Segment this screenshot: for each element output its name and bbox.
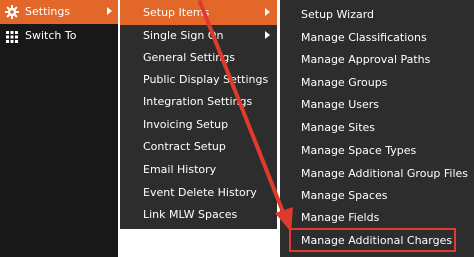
main-menu: Settings Switch To — [0, 0, 118, 257]
menu-item-settings[interactable]: Settings — [0, 0, 118, 24]
menu-item-single-sign-on[interactable]: Single Sign On — [120, 25, 277, 46]
annotation-highlight-box — [289, 228, 456, 252]
menu-item-label: Link MLW Spaces — [143, 208, 238, 221]
menu-item-label: Public Display Settings — [143, 73, 269, 86]
menu-item-settings-label: Settings — [25, 5, 71, 18]
menu-item-label: Manage Users — [301, 98, 379, 111]
menu-item-label: Manage Sites — [301, 121, 376, 134]
menu-item-label: Manage Space Types — [301, 144, 417, 157]
menu-item-invoicing-setup[interactable]: Invoicing Setup — [120, 114, 277, 135]
menu-item-label: Setup Wizard — [301, 8, 375, 21]
menu-item-label: Email History — [143, 163, 217, 176]
menu-item-link-mlw-spaces[interactable]: Link MLW Spaces — [120, 204, 277, 225]
menu-item-integration-settings[interactable]: Integration Settings — [120, 91, 277, 112]
menu-item-label: Manage Approval Paths — [301, 53, 431, 66]
screen: Settings Switch To Setup Items Single Si… — [0, 0, 474, 257]
grid-icon — [4, 28, 20, 44]
setup-items-menu: Setup Wizard Manage Classifications Mana… — [280, 0, 474, 257]
menu-item-manage-classifications[interactable]: Manage Classifications — [280, 26, 474, 48]
setup-menu: Setup Items Single Sign On General Setti… — [120, 0, 277, 229]
menu-item-public-display-settings[interactable]: Public Display Settings — [120, 69, 277, 90]
chevron-right-icon — [265, 31, 270, 39]
menu-item-manage-users[interactable]: Manage Users — [280, 93, 474, 115]
menu-item-switch-to[interactable]: Switch To — [0, 24, 118, 48]
menu-item-label: Invoicing Setup — [143, 118, 229, 131]
menu-item-label: Manage Classifications — [301, 31, 427, 44]
gear-icon — [4, 4, 20, 20]
menu-item-manage-spaces[interactable]: Manage Spaces — [280, 184, 474, 206]
chevron-right-icon — [107, 7, 112, 15]
menu-item-label: Manage Additional Group Files — [301, 167, 469, 180]
menu-item-manage-groups[interactable]: Manage Groups — [280, 71, 474, 93]
menu-item-event-delete-history[interactable]: Event Delete History — [120, 182, 277, 203]
menu-item-label: Single Sign On — [143, 29, 224, 42]
menu-item-manage-approval-paths[interactable]: Manage Approval Paths — [280, 48, 474, 70]
menu-item-manage-space-types[interactable]: Manage Space Types — [280, 139, 474, 161]
menu-item-label: Manage Groups — [301, 76, 388, 89]
chevron-right-icon — [265, 8, 270, 16]
menu-item-label: Contract Setup — [143, 140, 226, 153]
menu-item-label: Event Delete History — [143, 186, 257, 199]
menu-item-setup-wizard[interactable]: Setup Wizard — [280, 3, 474, 25]
menu-item-label: Manage Fields — [301, 211, 380, 224]
menu-item-manage-additional-group-files[interactable]: Manage Additional Group Files — [280, 162, 474, 184]
menu-item-label: Integration Settings — [143, 95, 253, 108]
menu-item-contract-setup[interactable]: Contract Setup — [120, 136, 277, 157]
menu-item-general-settings[interactable]: General Settings — [120, 47, 277, 68]
menu-item-email-history[interactable]: Email History — [120, 159, 277, 180]
menu-item-manage-fields[interactable]: Manage Fields — [280, 206, 474, 228]
menu-item-label: Setup Items — [143, 6, 210, 19]
menu-item-label: General Settings — [143, 51, 235, 64]
menu-item-manage-sites[interactable]: Manage Sites — [280, 116, 474, 138]
menu-item-setup-items[interactable]: Setup Items — [120, 0, 277, 25]
menu-item-label: Manage Spaces — [301, 189, 388, 202]
page-background — [120, 229, 277, 257]
menu-item-switch-to-label: Switch To — [25, 29, 77, 42]
